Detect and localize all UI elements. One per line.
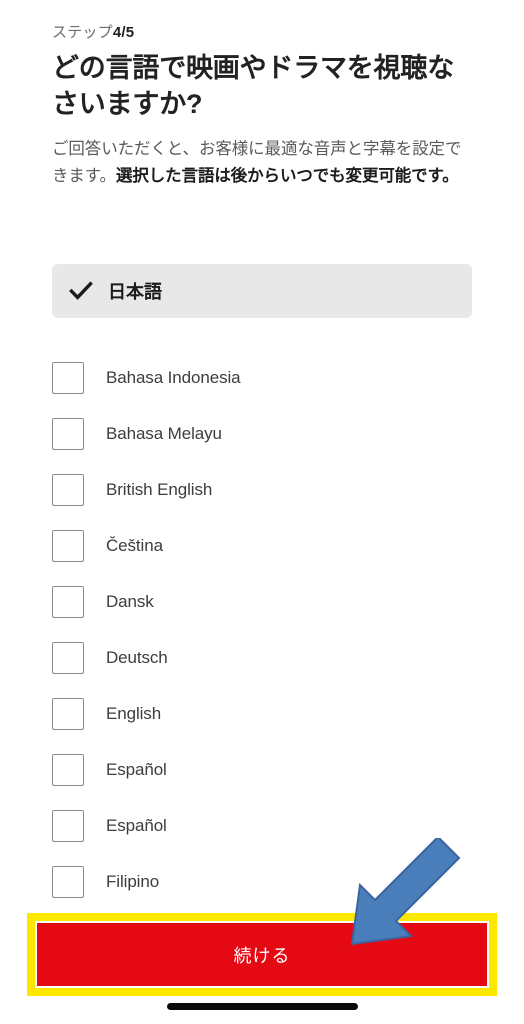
selected-language-label: 日本語 <box>108 282 162 302</box>
check-icon <box>69 281 93 300</box>
list-item[interactable]: Español <box>52 742 472 798</box>
step-indicator: ステップ4/5 <box>52 22 472 43</box>
list-item[interactable]: Bahasa Indonesia <box>52 350 472 406</box>
home-indicator <box>167 1003 358 1010</box>
checkbox-icon[interactable] <box>52 642 84 674</box>
page-description: ご回答いただくと、お客様に最適な音声と字幕を設定できます。選択した言語は後からい… <box>52 136 472 189</box>
language-label: Español <box>106 816 167 835</box>
checkbox-icon[interactable] <box>52 586 84 618</box>
list-item[interactable]: English <box>52 686 472 742</box>
cta-highlight-annotation: 続ける <box>27 913 497 996</box>
language-label: Bahasa Indonesia <box>106 368 241 387</box>
list-item[interactable]: Filipino <box>52 854 472 910</box>
list-item[interactable]: Bahasa Melayu <box>52 406 472 462</box>
language-label: Bahasa Melayu <box>106 424 222 443</box>
language-label: Čeština <box>106 536 163 555</box>
language-label: Dansk <box>106 592 154 611</box>
checkbox-icon[interactable] <box>52 698 84 730</box>
list-item[interactable]: Čeština <box>52 518 472 574</box>
language-label: Deutsch <box>106 648 168 667</box>
list-item[interactable]: Deutsch <box>52 630 472 686</box>
language-option-list: Bahasa Indonesia Bahasa Melayu British E… <box>52 350 472 910</box>
checkbox-icon[interactable] <box>52 866 84 898</box>
step-prefix: ステップ <box>52 24 113 41</box>
language-label: British English <box>106 480 213 499</box>
checkbox-icon[interactable] <box>52 418 84 450</box>
checkbox-icon[interactable] <box>52 530 84 562</box>
list-item[interactable]: Dansk <box>52 574 472 630</box>
content-area: ステップ4/5 どの言語で映画やドラマを視聴なさいますか? ご回答いただくと、お… <box>0 0 524 189</box>
checkbox-icon[interactable] <box>52 754 84 786</box>
language-label: Filipino <box>106 872 160 891</box>
description-emphasis-text: 選択した言語は後からいつでも変更可能です。 <box>115 166 459 185</box>
language-selection-screen: ステップ4/5 どの言語で映画やドラマを視聴なさいますか? ご回答いただくと、お… <box>0 0 524 1024</box>
checkbox-icon[interactable] <box>52 362 84 394</box>
language-label: English <box>106 704 162 723</box>
list-item[interactable]: Español <box>52 798 472 854</box>
cta-inner-spacer: 続ける <box>35 921 489 988</box>
language-label: Español <box>106 760 167 779</box>
continue-button[interactable]: 続ける <box>37 923 487 986</box>
selected-language-row[interactable]: 日本語 <box>52 264 472 318</box>
step-count: 4/5 <box>112 24 135 41</box>
page-title: どの言語で映画やドラマを視聴なさいますか? <box>52 53 454 119</box>
list-item[interactable]: British English <box>52 462 472 518</box>
checkbox-icon[interactable] <box>52 474 84 506</box>
checkbox-icon[interactable] <box>52 810 84 842</box>
